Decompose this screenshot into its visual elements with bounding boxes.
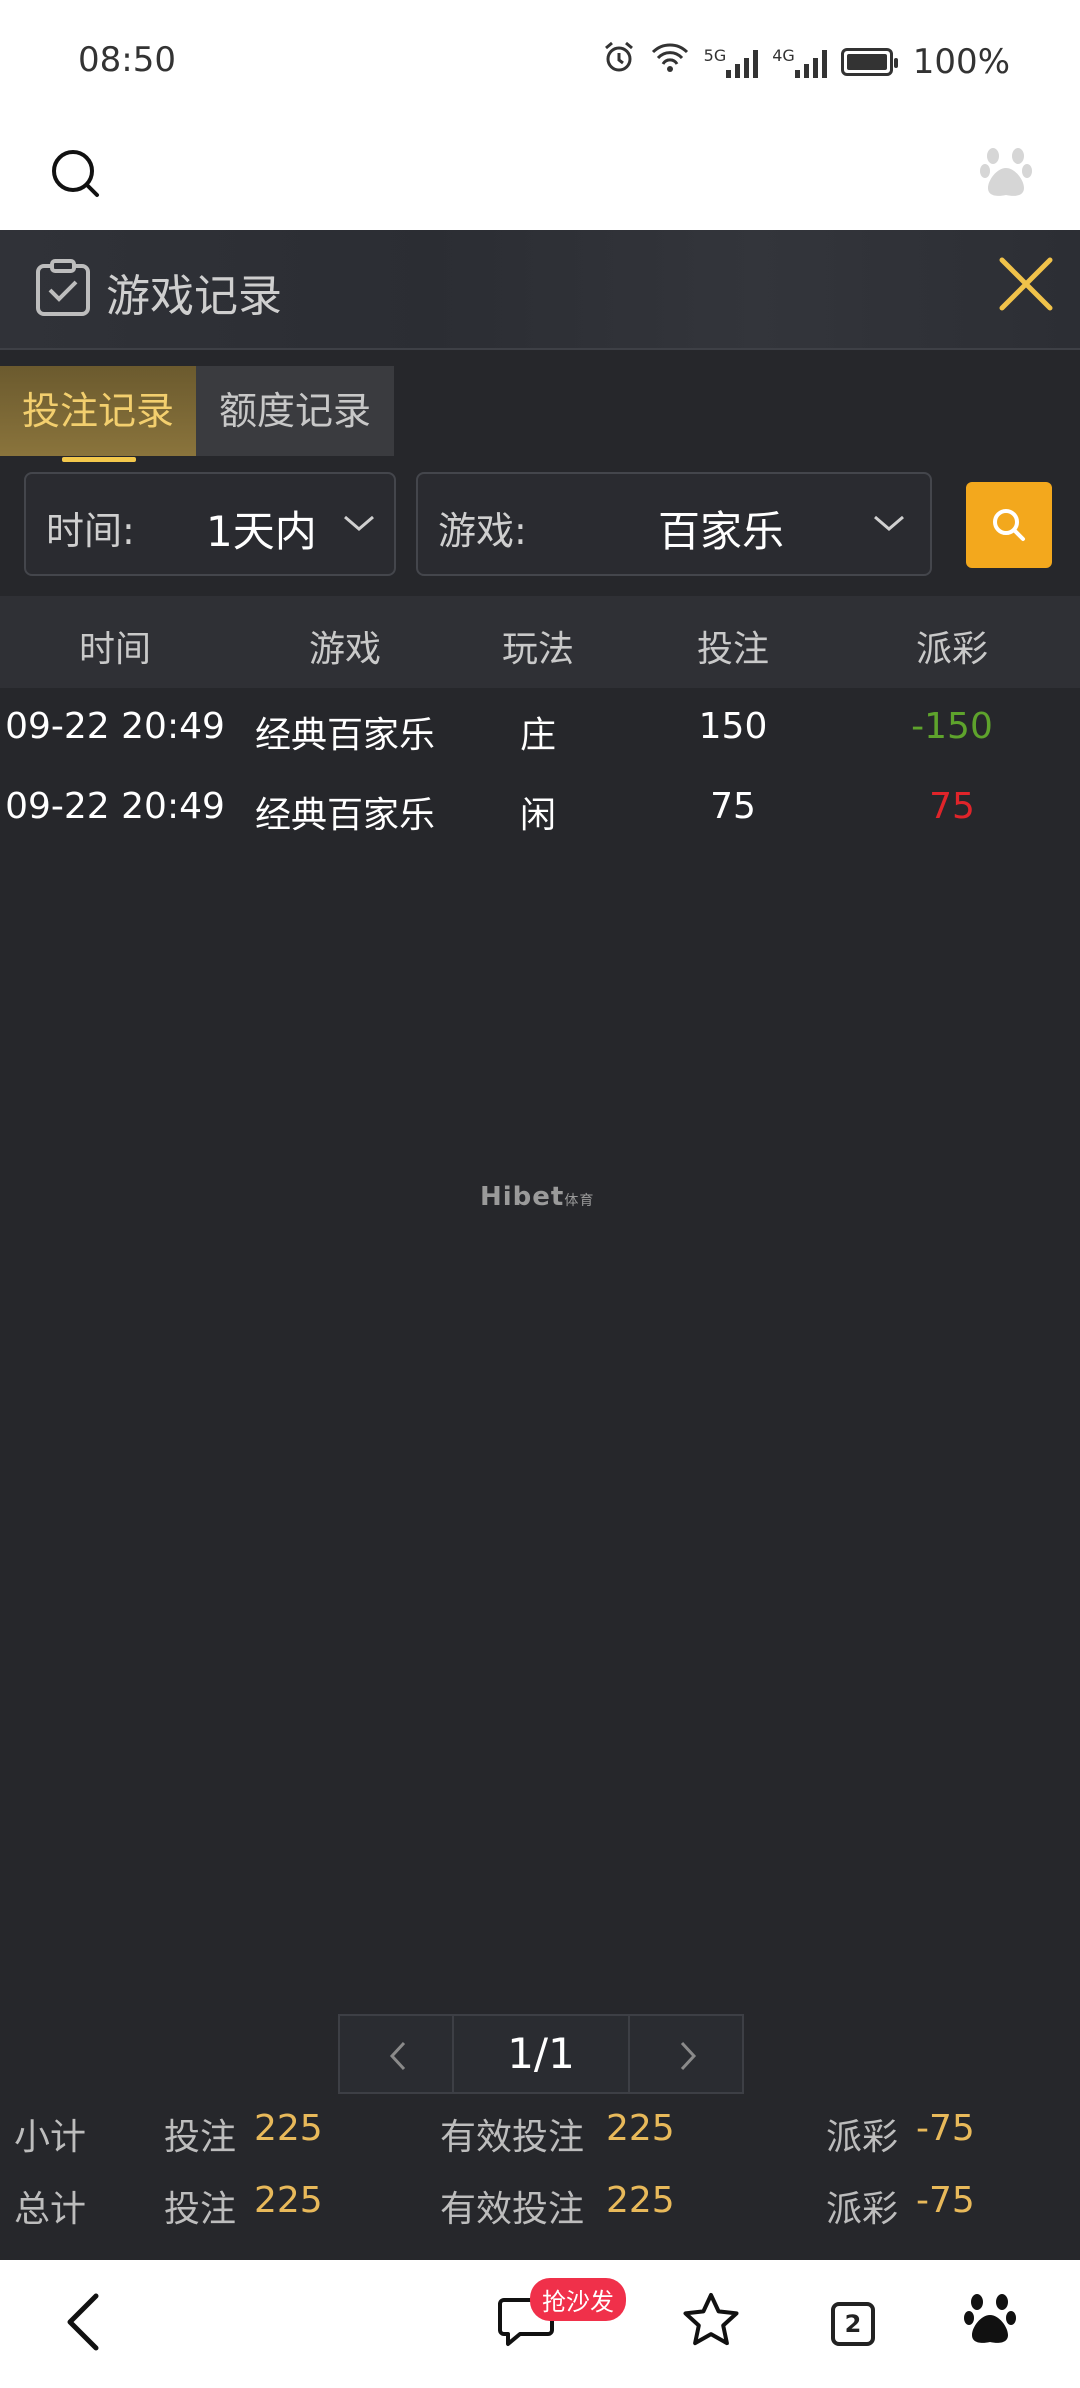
subtotal-label: 小计: [14, 2117, 87, 2158]
total-row: 总计 投注 225 有效投注 225 派彩 -75: [0, 2166, 1080, 2238]
pagination: 1/1: [338, 2014, 744, 2094]
header-bet: 投注: [696, 629, 770, 670]
subtotal-row: 小计 投注 225 有效投注 225 派彩 -75: [0, 2094, 1080, 2166]
cell-play: 庄: [519, 715, 557, 756]
header-time: 时间: [78, 629, 152, 670]
chevron-right-icon: [680, 2041, 697, 2071]
network-4g-label: 4G: [772, 45, 795, 65]
wifi-icon: [650, 41, 690, 82]
signal-5g-icon: 5G: [704, 46, 759, 78]
time-filter-label: 时间:: [46, 509, 135, 553]
table-row[interactable]: 09-22 20:49 经典百家乐 闲 75 75: [0, 768, 1080, 848]
status-time: 08:50: [78, 40, 176, 80]
prev-page-button[interactable]: [338, 2014, 454, 2094]
time-filter-select[interactable]: 时间: 1天内: [24, 472, 396, 576]
baidu-paw-icon[interactable]: [964, 2290, 1016, 2352]
tab-count-button[interactable]: 2: [831, 2302, 875, 2346]
browser-bottom-nav: 抢沙发 2: [0, 2260, 1080, 2388]
total-payout-value: -75: [916, 2180, 975, 2221]
total-bet-value: 225: [254, 2180, 323, 2221]
subtotal-bet-value: 225: [254, 2108, 323, 2149]
status-icons: 5G 4G 100%: [602, 40, 1010, 83]
comment-badge: 抢沙发: [530, 2278, 626, 2321]
game-filter-label: 游戏:: [438, 509, 527, 553]
watermark: Hibet体育: [480, 1182, 594, 1212]
header-game: 游戏: [308, 629, 382, 670]
page-indicator: 1/1: [454, 2014, 628, 2094]
subtotal-payout-label: 派彩: [826, 2117, 899, 2158]
signal-4g-icon: 4G: [772, 46, 827, 78]
table-header: 时间 游戏 玩法 投注 派彩: [0, 596, 1080, 688]
record-tabs: 投注记录 额度记录: [0, 366, 394, 462]
cell-payout: -150: [911, 706, 993, 747]
watermark-suffix: 体育: [564, 1193, 595, 1209]
status-bar: 08:50 5G 4G 100%: [0, 0, 1080, 130]
cell-bet: 150: [698, 706, 768, 747]
search-icon: [993, 509, 1025, 541]
clipboard-check-icon: [34, 258, 92, 322]
cell-payout: 75: [929, 786, 975, 827]
panel-header: 游戏记录: [0, 230, 1080, 350]
game-filter-select[interactable]: 游戏: 百家乐: [416, 472, 932, 576]
watermark-brand: Hibet: [480, 1182, 565, 1212]
close-icon[interactable]: [994, 252, 1058, 316]
next-page-button[interactable]: [628, 2014, 744, 2094]
browser-top-bar: [0, 130, 1080, 230]
total-valid-value: 225: [606, 2180, 675, 2221]
table-row[interactable]: 09-22 20:49 经典百家乐 庄 150 -150: [0, 688, 1080, 768]
cell-game: 经典百家乐: [254, 715, 436, 756]
subtotal-valid-label: 有效投注: [440, 2117, 585, 2158]
filter-bar: 时间: 1天内 游戏: 百家乐: [0, 472, 1080, 578]
cell-game: 经典百家乐: [254, 795, 436, 836]
subtotal-valid-value: 225: [606, 2108, 675, 2149]
game-record-panel: 游戏记录 投注记录 额度记录 时间: 1天内 游戏: 百家乐 时间 游戏 玩法 …: [0, 230, 1080, 2260]
total-payout-label: 派彩: [826, 2189, 899, 2230]
time-filter-value: 1天内: [206, 507, 317, 556]
cell-time: 09-22 20:49: [5, 786, 225, 827]
star-icon[interactable]: [680, 2290, 742, 2356]
battery-level: 100%: [912, 41, 1010, 82]
alarm-icon: [602, 40, 636, 83]
tab-bet-records[interactable]: 投注记录: [0, 366, 196, 462]
tab-credit-records[interactable]: 额度记录: [196, 366, 394, 456]
network-5g-label: 5G: [703, 45, 727, 65]
total-bet-label: 投注: [164, 2189, 237, 2230]
cell-time: 09-22 20:49: [5, 706, 225, 747]
back-icon[interactable]: [62, 2290, 106, 2358]
header-payout: 派彩: [915, 629, 989, 670]
chevron-down-icon: [872, 512, 906, 538]
chevron-left-icon: [389, 2041, 406, 2071]
game-filter-value: 百家乐: [658, 507, 785, 556]
chevron-down-icon: [342, 512, 376, 538]
search-icon[interactable]: [48, 146, 104, 206]
baidu-paw-icon[interactable]: [980, 144, 1032, 204]
search-button[interactable]: [966, 482, 1052, 568]
cell-play: 闲: [519, 795, 557, 836]
table-body: 09-22 20:49 经典百家乐 庄 150 -150 09-22 20:49…: [0, 688, 1080, 848]
total-label: 总计: [14, 2189, 87, 2230]
cell-bet: 75: [710, 786, 756, 827]
header-play: 玩法: [501, 629, 575, 670]
subtotal-payout-value: -75: [916, 2108, 975, 2149]
battery-icon: [840, 47, 898, 76]
total-valid-label: 有效投注: [440, 2189, 585, 2230]
subtotal-bet-label: 投注: [164, 2117, 237, 2158]
panel-title: 游戏记录: [106, 271, 282, 322]
